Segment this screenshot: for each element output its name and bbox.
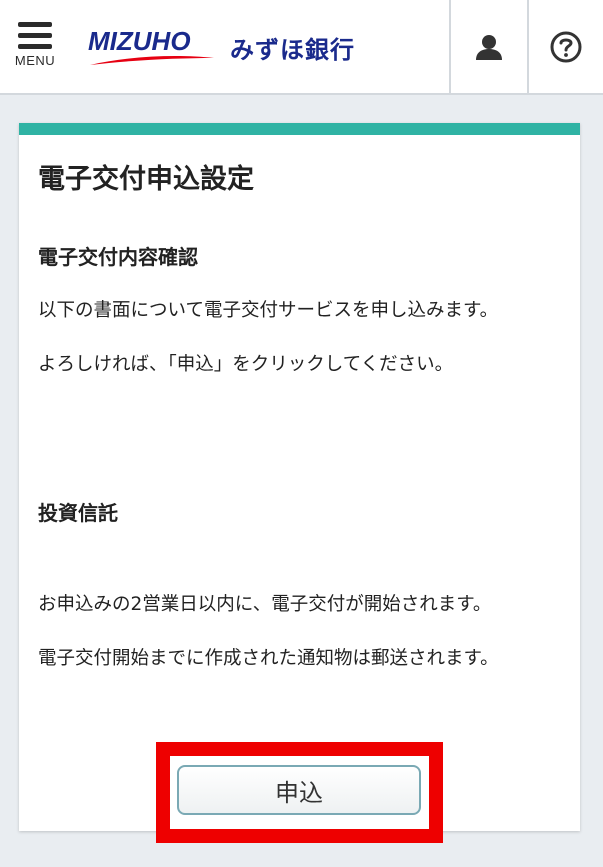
fund-start-note: お申込みの2営業日以内に、電子交付が開始されます。 xyxy=(38,594,492,615)
fund-mail-note: 電子交付開始までに作成された通知物は郵送されます。 xyxy=(38,648,499,669)
confirm-instruction: よろしければ、「申込」をクリックしてください。 xyxy=(38,354,454,375)
help-button[interactable] xyxy=(527,0,603,93)
mizuho-logo-mark: MIZUHO xyxy=(88,26,216,70)
menu-label: MENU xyxy=(14,53,56,68)
bank-logo[interactable]: MIZUHO みずほ銀行 xyxy=(88,26,355,72)
logo-swoosh-icon xyxy=(90,56,214,65)
user-icon xyxy=(476,34,502,60)
section-heading-fund: 投資信託 xyxy=(38,501,118,525)
user-button[interactable] xyxy=(449,0,527,93)
settings-card: 電子交付申込設定 電子交付内容確認 以下の書面について電子交付サービスを申し込み… xyxy=(19,123,580,831)
hamburger-icon xyxy=(18,22,52,55)
section-heading-confirm: 電子交付内容確認 xyxy=(38,245,198,269)
highlight-box xyxy=(156,742,443,843)
bank-name: みずほ銀行 xyxy=(230,36,355,64)
menu-button[interactable]: MENU xyxy=(6,22,64,82)
page-title: 電子交付申込設定 xyxy=(38,164,254,195)
app-header: MENU MIZUHO みずほ銀行 xyxy=(0,0,603,95)
confirm-description: 以下の書面について電子交付サービスを申し込みます。 xyxy=(38,300,499,321)
help-icon xyxy=(550,31,582,62)
logo-text: MIZUHO xyxy=(88,26,191,56)
